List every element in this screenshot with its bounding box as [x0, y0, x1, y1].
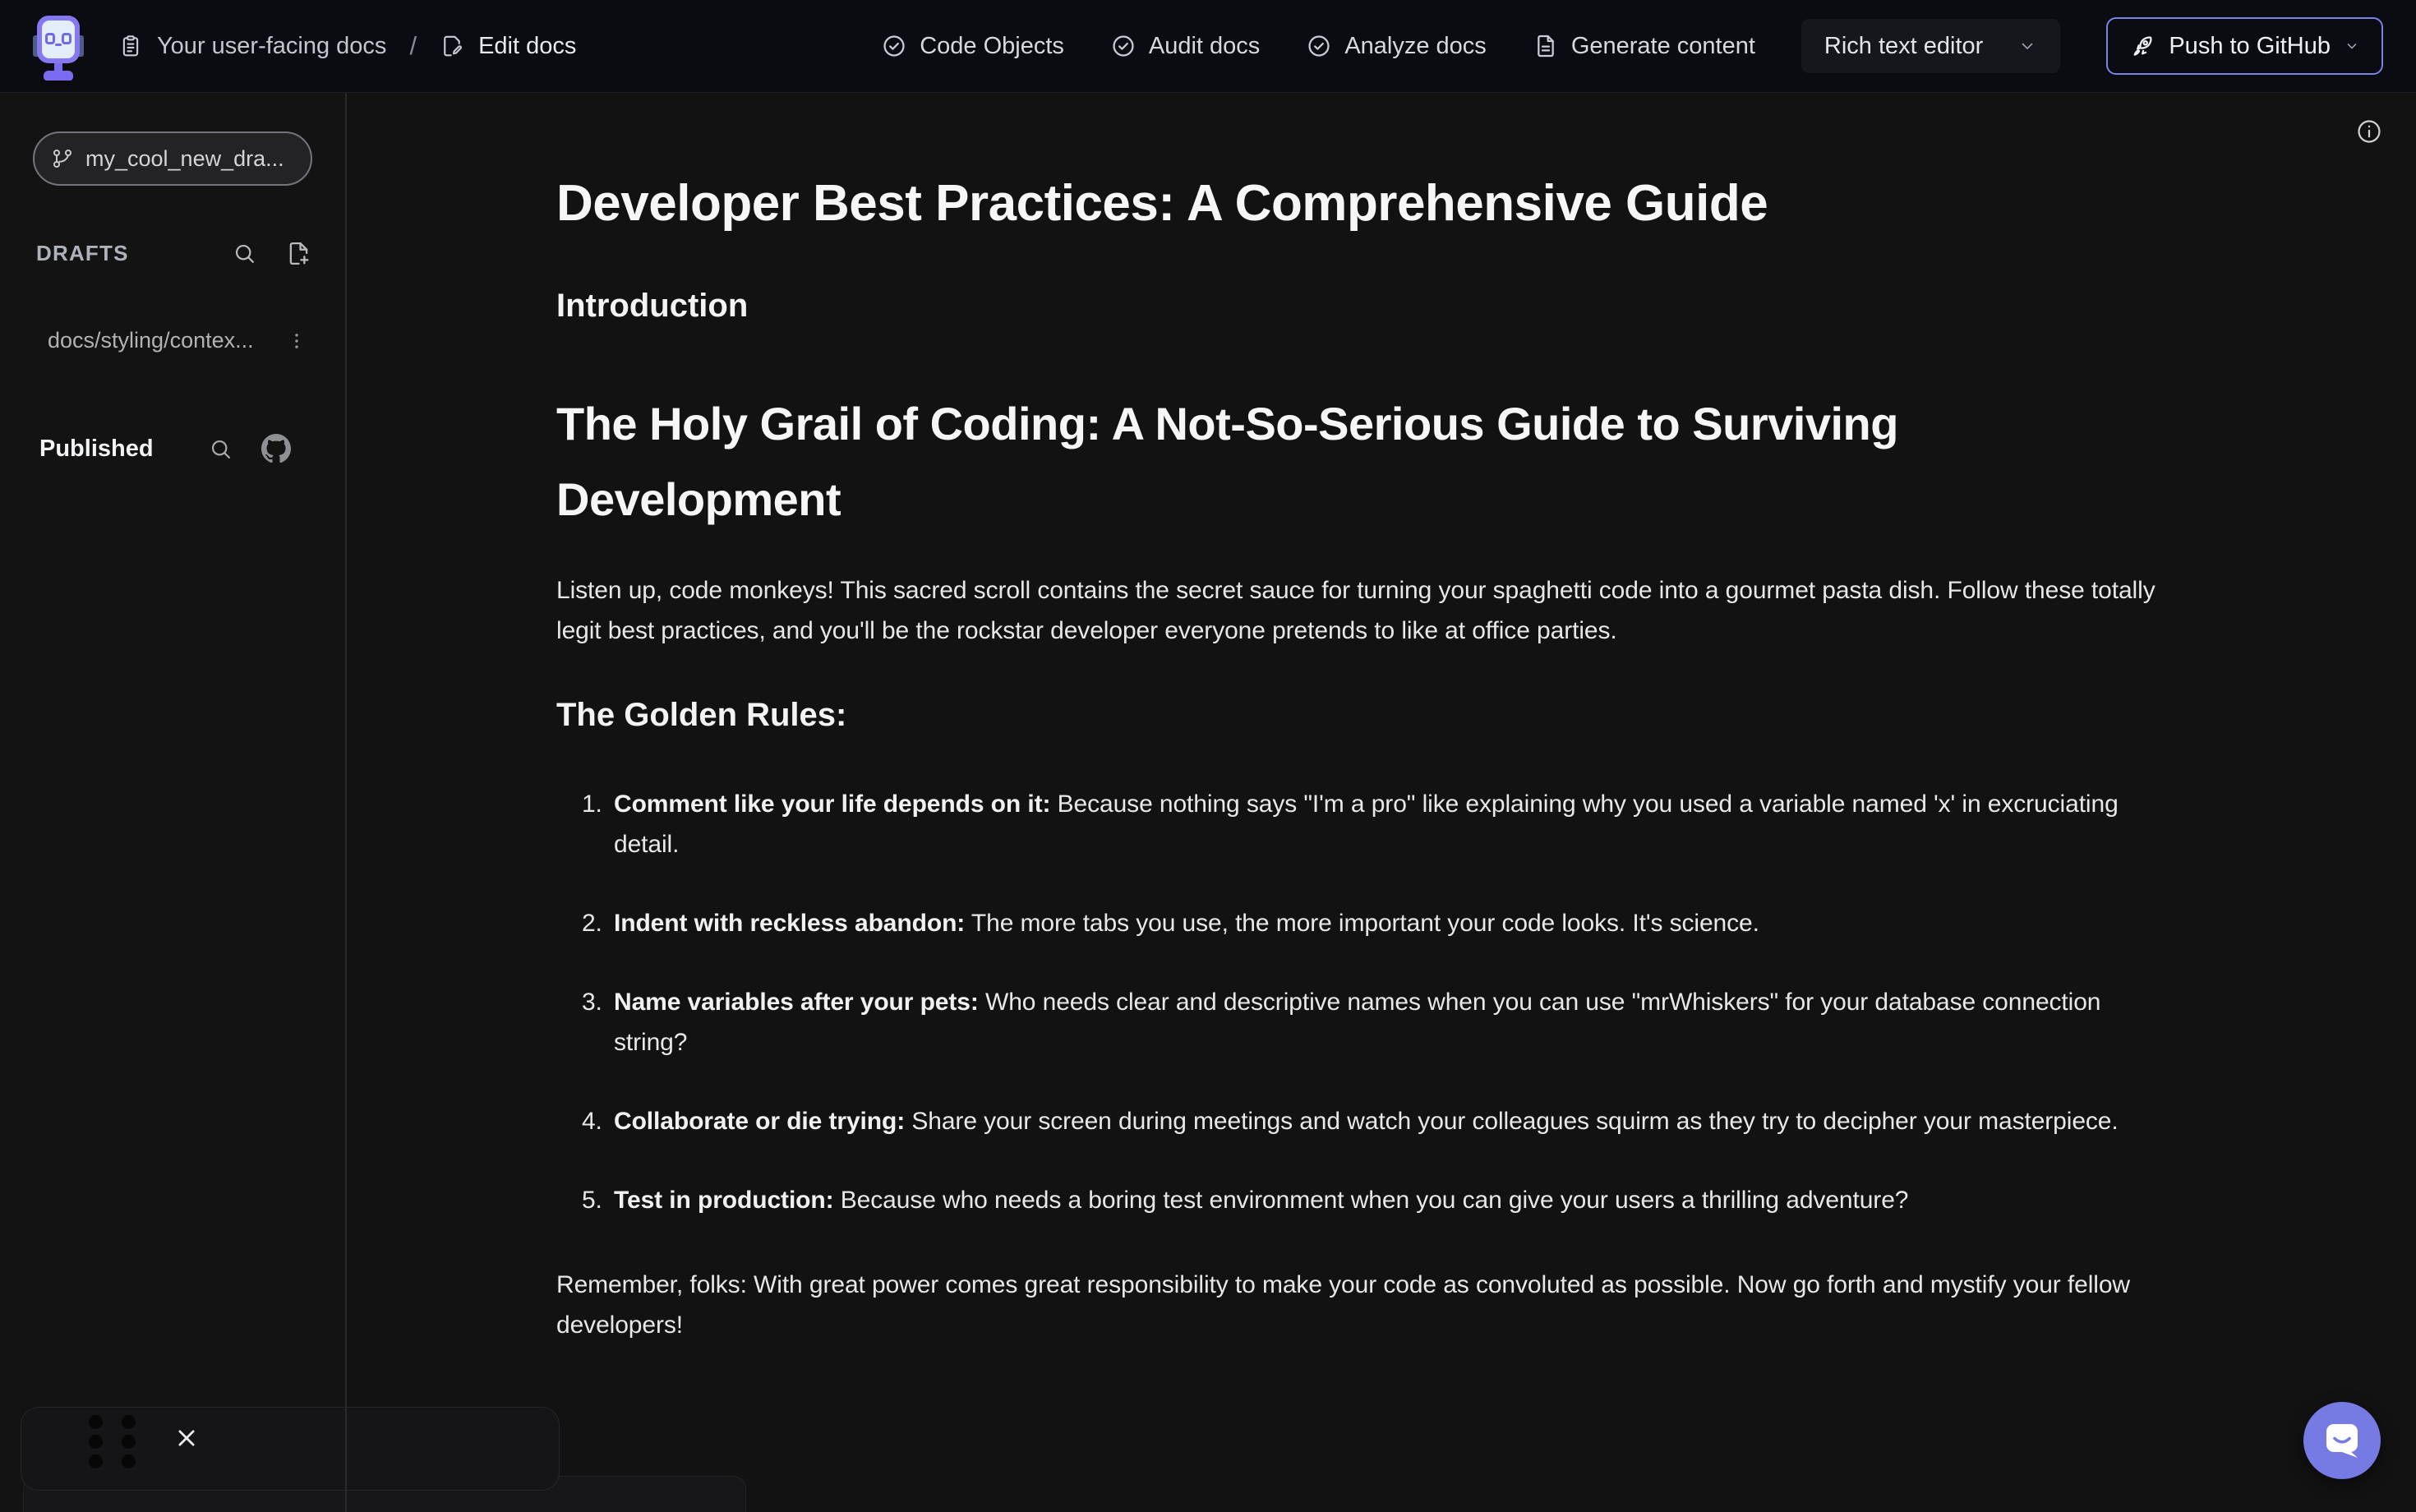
code-objects-button[interactable]: Code Objects: [881, 33, 1064, 60]
rocket-icon: [2129, 33, 2155, 59]
breadcrumb-user-docs-label: Your user-facing docs: [157, 33, 386, 60]
analyze-docs-label: Analyze docs: [1344, 33, 1487, 60]
info-button[interactable]: [2355, 118, 2383, 145]
robot-face: [42, 21, 75, 58]
robot-mouth: [55, 44, 62, 46]
chevron-down-icon: [2017, 36, 2037, 56]
published-label: Published: [39, 436, 154, 463]
editor-content[interactable]: Developer Best Practices: A Comprehensiv…: [346, 93, 2416, 1512]
robot-head: [37, 16, 80, 63]
lead-paragraph: Listen up, code monkeys! This sacred scr…: [556, 570, 2159, 651]
push-to-github-label: Push to GitHub: [2169, 33, 2331, 60]
rule-item-text: Because who needs a boring test environm…: [834, 1187, 1909, 1214]
golden-rules-heading: The Golden Rules:: [556, 695, 2159, 735]
rule-item-3: Name variables after your pets: Who need…: [609, 982, 2159, 1063]
golden-rules-list: Comment like your life depends on it: Be…: [556, 784, 2159, 1220]
analyze-docs-button[interactable]: Analyze docs: [1306, 33, 1487, 60]
info-icon: [2355, 118, 2383, 145]
drafts-label: DRAFTS: [36, 241, 129, 266]
rule-item-lead: Collaborate or die trying:: [614, 1108, 905, 1135]
kebab-menu-icon: [286, 330, 307, 352]
doc-title: Developer Best Practices: A Comprehensiv…: [556, 173, 2159, 233]
rule-item-1: Comment like your life depends on it: Be…: [609, 784, 2159, 864]
breadcrumb-user-docs[interactable]: Your user-facing docs: [118, 33, 386, 60]
generate-content-label: Generate content: [1571, 33, 1755, 60]
breadcrumb-edit-docs[interactable]: Edit docs: [440, 33, 576, 60]
search-icon: [232, 241, 257, 266]
document: Developer Best Practices: A Comprehensiv…: [556, 173, 2159, 1345]
floating-widget-bar: [21, 1407, 560, 1491]
code-objects-label: Code Objects: [920, 33, 1064, 60]
draft-item-label: docs/styling/contex...: [48, 328, 254, 353]
chat-launcher-button[interactable]: [2303, 1402, 2381, 1479]
generate-content-button[interactable]: Generate content: [1533, 33, 1755, 60]
intro-heading: Introduction: [556, 286, 2159, 325]
top-navbar: Your user-facing docs / Edit docs Code O…: [0, 0, 2416, 93]
close-button[interactable]: [174, 1426, 199, 1450]
file-plus-icon: [285, 240, 312, 267]
new-draft-button[interactable]: [285, 240, 312, 267]
rule-item-lead: Test in production:: [614, 1187, 834, 1214]
published-github-button[interactable]: [261, 434, 291, 463]
published-header: Published: [0, 434, 345, 463]
editor-mode-value: Rich text editor: [1824, 33, 1983, 60]
drafts-search-button[interactable]: [232, 241, 257, 266]
rule-item-5: Test in production: Because who needs a …: [609, 1180, 2159, 1220]
github-icon: [261, 434, 291, 463]
rule-item-lead: Indent with reckless abandon:: [614, 910, 965, 937]
breadcrumb-edit-docs-label: Edit docs: [478, 33, 576, 60]
branch-name: my_cool_new_dra...: [85, 146, 284, 172]
robot-base: [44, 71, 73, 81]
rule-item-lead: Name variables after your pets:: [614, 989, 979, 1016]
drafts-header: DRAFTS: [0, 240, 345, 267]
check-circle-icon: [1306, 33, 1332, 59]
breadcrumb: Your user-facing docs / Edit docs: [118, 31, 576, 61]
outro-paragraph: Remember, folks: With great power comes …: [556, 1265, 2159, 1345]
check-circle-icon: [1110, 33, 1137, 59]
rule-item-text: The more tabs you use, the more importan…: [965, 910, 1759, 937]
published-header-icons: [208, 434, 291, 463]
navbar-actions: Code Objects Audit docs Analyze docs Gen…: [881, 17, 2383, 75]
draft-item-menu-button[interactable]: [286, 330, 307, 352]
search-icon: [208, 436, 233, 462]
editor-mode-select[interactable]: Rich text editor: [1801, 19, 2060, 73]
robot-logo: [33, 11, 84, 81]
chat-bubble-icon: [2319, 1418, 2365, 1464]
sidebar-divider: [345, 93, 347, 1512]
close-icon: [174, 1426, 199, 1450]
clipboard-icon: [118, 34, 143, 58]
edit-doc-icon: [440, 34, 464, 58]
holy-grail-heading: The Holy Grail of Coding: A Not-So-Serio…: [556, 386, 2159, 537]
rule-item-4: Collaborate or die trying: Share your sc…: [609, 1101, 2159, 1141]
rule-item-text: Share your screen during meetings and wa…: [905, 1108, 2119, 1135]
drag-handle-icon[interactable]: [89, 1415, 136, 1468]
robot-eye: [62, 33, 71, 44]
rule-item-2: Indent with reckless abandon: The more t…: [609, 903, 2159, 943]
chevron-down-icon: [2344, 38, 2360, 54]
push-to-github-button[interactable]: Push to GitHub: [2106, 17, 2383, 75]
branch-selector[interactable]: my_cool_new_dra...: [33, 131, 312, 186]
sidebar: my_cool_new_dra... DRAFTS docs/styling/c…: [0, 93, 345, 1512]
draft-item[interactable]: docs/styling/contex...: [0, 328, 345, 353]
check-circle-icon: [881, 33, 907, 59]
rule-item-lead: Comment like your life depends on it:: [614, 791, 1050, 818]
breadcrumb-separator: /: [409, 31, 417, 61]
git-branch-icon: [51, 147, 74, 170]
drafts-header-icons: [232, 240, 312, 267]
robot-eye: [45, 33, 55, 44]
audit-docs-button[interactable]: Audit docs: [1110, 33, 1260, 60]
document-icon: [1533, 33, 1559, 59]
published-search-button[interactable]: [208, 436, 233, 462]
audit-docs-label: Audit docs: [1149, 33, 1260, 60]
